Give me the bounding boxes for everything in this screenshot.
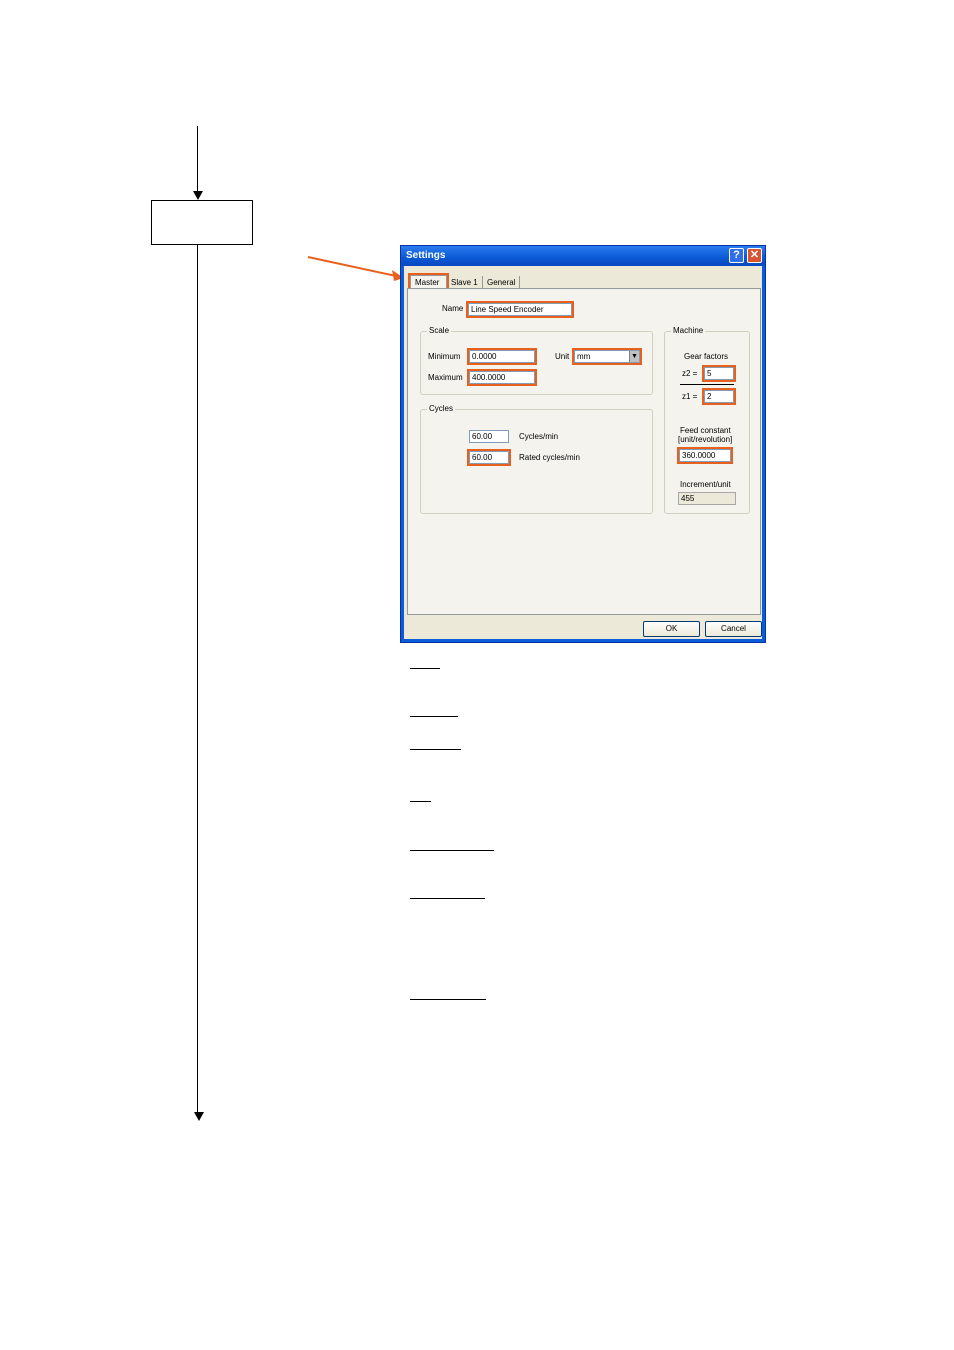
settings-dialog: Settings ? ✕ Master Slave 1 General Name… <box>400 245 766 643</box>
machine-group: Machine Gear factors z2 = 5 z1 = 2 Feed … <box>664 326 750 514</box>
flow-line-top <box>197 126 198 192</box>
text-underline-7 <box>410 999 486 1000</box>
help-button[interactable]: ? <box>729 248 744 263</box>
close-button[interactable]: ✕ <box>747 248 762 263</box>
tab-general-label: General <box>487 278 516 287</box>
dialog-client: Master Slave 1 General Name Line Speed E… <box>404 266 762 639</box>
unit-value: mm <box>577 352 591 361</box>
unit-select[interactable]: mm ▼ <box>572 348 642 365</box>
flow-step-box <box>151 200 253 245</box>
name-field[interactable]: Line Speed Encoder <box>466 301 574 318</box>
maximum-field[interactable]: 400.0000 <box>467 369 537 386</box>
cycles-label: Cycles/min <box>519 432 559 441</box>
name-label: Name <box>442 304 464 313</box>
increment-label: Increment/unit <box>680 480 731 489</box>
feed-constant-field[interactable]: 360.0000 <box>677 447 733 464</box>
text-underline-4 <box>410 801 431 802</box>
machine-group-title: Machine <box>671 326 706 336</box>
z1-label: z1 = <box>682 392 698 401</box>
text-underline-2 <box>410 716 458 717</box>
flow-arrow-down-bottom <box>194 1112 204 1121</box>
cycles-field[interactable]: 60.00 <box>469 430 509 443</box>
feed-constant-unit: [unit/revolution] <box>678 435 733 444</box>
tab-slave-1-label: Slave 1 <box>451 278 478 287</box>
text-underline-3 <box>410 749 461 750</box>
cycles-group: Cycles 60.00 Cycles/min 60.00 Rated cycl… <box>420 404 653 514</box>
gear-fraction-line <box>680 384 734 385</box>
ok-button[interactable]: OK <box>643 621 700 637</box>
tab-master-label: Master <box>415 278 440 287</box>
dialog-title: Settings <box>406 250 446 261</box>
master-tab-panel: Name Line Speed Encoder Scale Minimum 0.… <box>407 288 761 615</box>
increment-field: 455 <box>678 492 736 505</box>
chevron-down-icon[interactable]: ▼ <box>629 351 639 362</box>
z2-label: z2 = <box>682 369 698 378</box>
tab-master[interactable]: Master <box>408 273 449 291</box>
text-underline-1 <box>410 668 440 669</box>
flow-line-main <box>197 244 198 1112</box>
scale-group-title: Scale <box>427 326 452 336</box>
rated-cycles-field[interactable]: 60.00 <box>467 449 511 466</box>
minimum-field[interactable]: 0.0000 <box>467 348 537 365</box>
scale-group: Scale Minimum 0.0000 Unit mm ▼ Maximum 4… <box>420 326 653 395</box>
rated-cycles-label: Rated cycles/min <box>519 453 580 462</box>
cancel-button[interactable]: Cancel <box>705 621 762 637</box>
pointer-arrow <box>307 256 404 281</box>
dialog-titlebar[interactable]: Settings <box>401 246 765 266</box>
text-underline-5 <box>410 850 494 851</box>
minimum-label: Minimum <box>428 352 461 361</box>
unit-label: Unit <box>555 352 570 361</box>
flow-arrow-down-top <box>193 191 203 200</box>
cycles-group-title: Cycles <box>427 404 456 414</box>
z1-field[interactable]: 2 <box>702 388 736 405</box>
maximum-label: Maximum <box>428 373 463 382</box>
text-underline-6 <box>410 898 485 899</box>
z2-field[interactable]: 5 <box>702 365 736 382</box>
gear-factors-label: Gear factors <box>684 352 729 361</box>
